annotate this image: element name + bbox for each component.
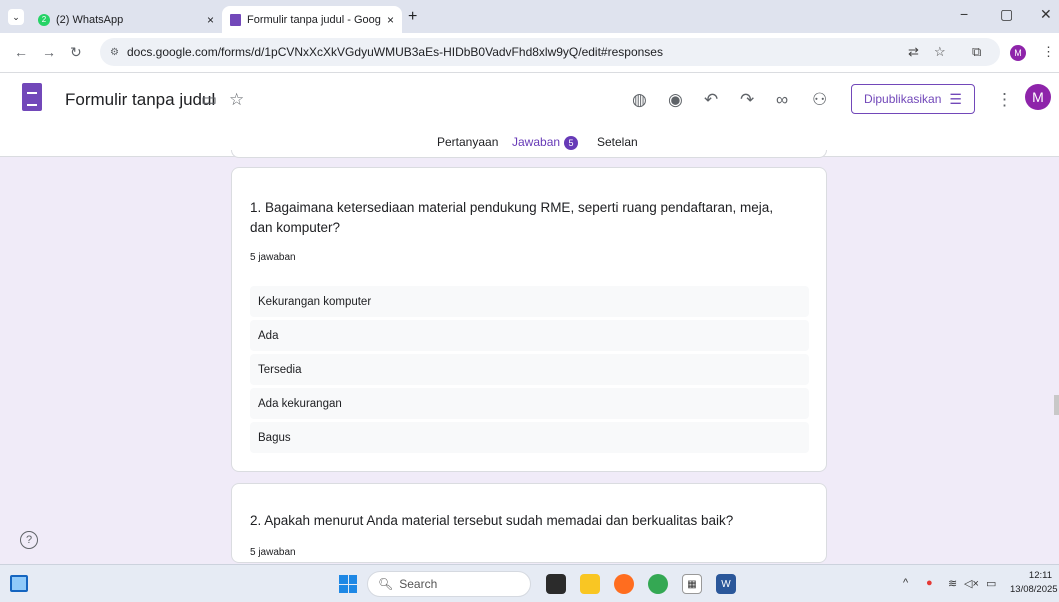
reload-icon[interactable]: ↻ [70, 44, 82, 61]
file-explorer-icon[interactable] [580, 574, 600, 594]
help-icon[interactable]: ? [20, 531, 38, 549]
google-forms-favicon-icon [230, 13, 241, 26]
url-text: docs.google.com/forms/d/1pCVNxXcXkVGdyuW… [126, 45, 663, 59]
account-avatar[interactable]: M [1025, 84, 1051, 110]
question-response-card: 1. Bagaimana ketersediaan material pendu… [231, 167, 827, 472]
browser-menu-icon[interactable]: ⋮ [1042, 44, 1055, 60]
taskbar-search[interactable]: 🔍︎ Search [367, 571, 531, 597]
site-info-icon[interactable]: ⚙ [110, 47, 119, 58]
minimize-button[interactable]: − [960, 6, 968, 22]
question-response-card: 2. Apakah menurut Anda material tersebut… [231, 483, 827, 563]
preview-eye-icon[interactable]: ◉ [668, 90, 683, 110]
question-title: 2. Apakah menurut Anda material tersebut… [250, 513, 734, 528]
windows-taskbar: 🔍︎ Search ▦ W ^ ● ≋ ◁× ▭ 12:11 13/08/202… [0, 564, 1059, 602]
tab-title: (2) WhatsApp [56, 13, 124, 26]
publish-settings-icon: ☰ [949, 90, 962, 107]
palette-icon[interactable]: ◍ [632, 90, 647, 110]
extensions-icon[interactable]: ⧉ [972, 44, 981, 60]
bookmark-star-icon[interactable]: ☆ [934, 44, 946, 60]
close-tab-icon[interactable]: × [387, 13, 394, 27]
search-icon: 🔍︎ [378, 577, 394, 591]
star-icon[interactable]: ☆ [229, 90, 244, 110]
form-title[interactable]: Formulir tanpa judul [65, 90, 215, 110]
taskbar-clock[interactable]: 12:11 13/08/2025 [1010, 569, 1058, 597]
forward-arrow-icon[interactable]: → [42, 44, 56, 60]
answer-item: Bagus [250, 422, 809, 453]
add-collaborator-icon[interactable]: ⚇ [812, 90, 827, 110]
clock-time: 12:11 [1028, 570, 1052, 581]
tab-settings[interactable]: Setelan [597, 135, 638, 149]
browser-profile-avatar[interactable]: M [1010, 45, 1026, 61]
google-forms-logo-icon[interactable] [22, 83, 42, 111]
tab-responses-label: Jawaban [512, 135, 561, 149]
calendar-icon[interactable]: ▦ [682, 574, 702, 594]
more-options-icon[interactable]: ⋮ [996, 90, 1013, 110]
forms-header: Formulir tanpa judul ▭ ☆ ◍ ◉ ↶ ↷ ∞ ⚇ Dip… [0, 73, 1059, 157]
responses-count-badge: 5 [564, 135, 579, 150]
search-placeholder: Search [399, 577, 438, 591]
previous-card-edge [231, 150, 827, 158]
answer-item: Tersedia [250, 354, 809, 385]
browser-tab-strip: ⌄ 2 (2) WhatsApp × Formulir tanpa judul … [0, 0, 1059, 33]
tab-questions[interactable]: Pertanyaan [437, 135, 498, 149]
word-icon[interactable]: W [716, 574, 736, 594]
response-count: 5 jawaban [250, 252, 296, 263]
published-label: Dipublikasikan [864, 92, 942, 106]
browser-toolbar: ← → ↻ ⚙ docs.google.com/forms/d/1pCVNxXc… [0, 33, 1059, 73]
translate-icon[interactable]: ⇄ [908, 44, 919, 60]
widgets-icon[interactable] [10, 575, 28, 592]
chrome-icon[interactable] [648, 574, 668, 594]
answers-list: Kekurangan komputer Ada Tersedia Ada kek… [250, 286, 809, 456]
windows-start-icon[interactable] [339, 575, 357, 593]
link-icon[interactable]: ∞ [776, 90, 788, 110]
answer-item: Kekurangan komputer [250, 286, 809, 317]
tab-google-forms[interactable]: Formulir tanpa judul - Google F × [222, 6, 402, 33]
new-tab-button[interactable]: + [408, 8, 417, 26]
clock-date: 13/08/2025 [1010, 584, 1058, 595]
close-tab-icon[interactable]: × [207, 13, 214, 27]
answer-item: Ada [250, 320, 809, 351]
address-bar[interactable]: ⚙ docs.google.com/forms/d/1pCVNxXcXkVGdy… [100, 38, 1000, 66]
answer-item: Ada kekurangan [250, 388, 809, 419]
tab-responses[interactable]: Jawaban 5 [512, 135, 579, 150]
tray-expand-icon[interactable]: ^ [903, 577, 908, 589]
maximize-button[interactable]: ▢ [1000, 6, 1013, 23]
published-button[interactable]: Dipublikasikan ☰ [851, 84, 975, 114]
battery-icon[interactable]: ▭ [986, 577, 996, 590]
antivirus-tray-icon[interactable]: ● [926, 577, 933, 589]
scrollbar-handle[interactable] [1054, 395, 1059, 415]
tab-title: Formulir tanpa judul - Google F [247, 13, 381, 26]
task-view-icon[interactable] [546, 574, 566, 594]
folder-icon[interactable]: ▭ [201, 90, 217, 110]
whatsapp-icon: 2 [38, 13, 50, 26]
volume-muted-icon[interactable]: ◁× [964, 577, 979, 590]
tab-search-chevron-icon[interactable]: ⌄ [8, 9, 24, 25]
back-arrow-icon[interactable]: ← [14, 44, 28, 60]
question-title: 1. Bagaimana ketersediaan material pendu… [250, 200, 774, 235]
redo-icon[interactable]: ↷ [740, 90, 754, 110]
response-count: 5 jawaban [250, 547, 296, 558]
undo-icon[interactable]: ↶ [704, 90, 718, 110]
wifi-icon[interactable]: ≋ [948, 577, 957, 590]
tab-whatsapp[interactable]: 2 (2) WhatsApp × [30, 6, 222, 33]
firefox-icon[interactable] [614, 574, 634, 594]
close-window-button[interactable]: ✕ [1040, 6, 1052, 23]
